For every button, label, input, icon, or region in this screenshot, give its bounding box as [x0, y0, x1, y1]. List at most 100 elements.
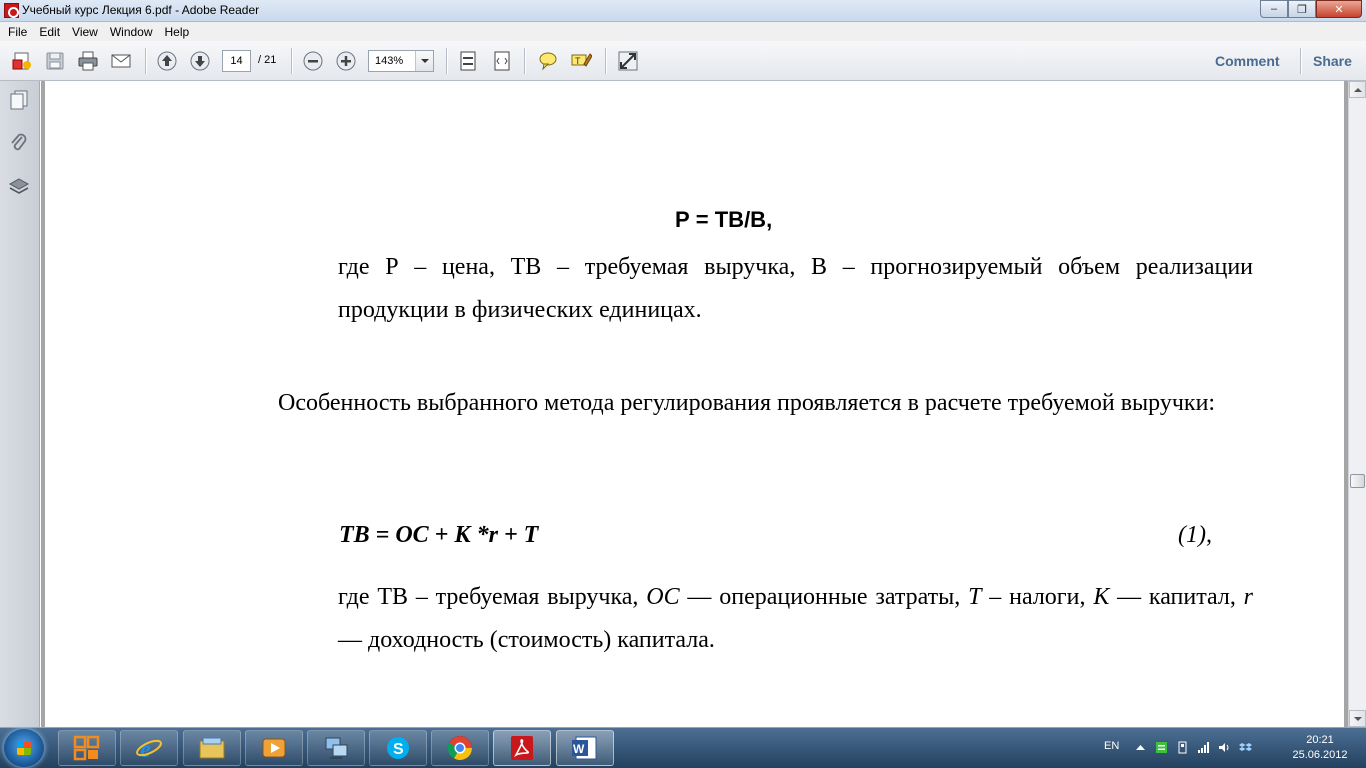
word-icon: W — [572, 736, 597, 760]
chevron-up-icon — [1136, 745, 1145, 750]
taskbar-libraries[interactable] — [183, 730, 241, 766]
taskbar-word[interactable]: W — [556, 730, 614, 766]
full-screen-button[interactable] — [616, 49, 640, 73]
page-thumbnails-button[interactable] — [7, 88, 31, 112]
skype-icon: S — [387, 737, 409, 759]
scroll-down-button[interactable] — [1349, 710, 1366, 727]
zoom-dropdown-button[interactable] — [415, 51, 433, 71]
menu-help[interactable]: Help — [159, 25, 196, 39]
paperclip-icon — [11, 133, 27, 151]
tray-green-icon — [1156, 742, 1167, 753]
revenue-formula-explanation: где ТВ – требуемая выручка, ОС — операци… — [338, 584, 1253, 653]
price-formula: Р = ТВ/В, — [675, 207, 773, 232]
clock-time: 20:21 — [1306, 734, 1334, 746]
method-paragraph: Особенность выбранного метода регулирова… — [278, 390, 1216, 416]
zoom-in-button[interactable] — [334, 49, 358, 73]
volume-button[interactable] — [1218, 741, 1231, 754]
system-tray — [1134, 741, 1252, 754]
arrow-down-icon — [190, 51, 210, 71]
fit-page-button[interactable] — [456, 49, 480, 73]
clock[interactable]: 20:21 25.06.2012 — [1285, 733, 1355, 763]
print-button[interactable] — [76, 49, 100, 73]
taskbar-media-player[interactable] — [245, 730, 303, 766]
comment-bubble-icon — [539, 52, 557, 71]
svg-text:S: S — [393, 741, 404, 758]
speaker-icon — [1219, 743, 1229, 752]
minus-icon — [303, 51, 323, 71]
previous-page-button[interactable] — [155, 49, 179, 73]
menu-view[interactable]: View — [66, 25, 104, 39]
svg-text:T: T — [575, 56, 581, 66]
create-pdf-icon — [12, 52, 31, 70]
svg-text:W: W — [573, 742, 585, 756]
window-title: Учебный курс Лекция 6.pdf - Adobe Reader — [22, 3, 260, 17]
vertical-scrollbar[interactable] — [1348, 81, 1366, 727]
taskbar-chrome[interactable] — [431, 730, 489, 766]
layers-button[interactable] — [7, 175, 31, 199]
pages-icon — [10, 90, 28, 110]
document-view[interactable]: Р = ТВ/В, где Р – цена, ТВ – требуемая в… — [41, 81, 1348, 727]
zoom-select[interactable]: 143% — [368, 50, 434, 72]
attachments-button[interactable] — [7, 131, 31, 155]
comment-pane-button[interactable]: Comment — [1215, 53, 1280, 69]
create-pdf-button[interactable] — [10, 49, 34, 73]
adobe-reader-icon — [511, 736, 533, 760]
scrollbar-thumb[interactable] — [1350, 474, 1365, 488]
media-player-icon — [262, 738, 286, 758]
file-explorer-icon — [73, 735, 100, 761]
fit-width-icon — [494, 51, 510, 71]
minimize-button[interactable]: – — [1260, 0, 1288, 18]
pdf-page: Р = ТВ/В, где Р – цена, ТВ – требуемая в… — [45, 81, 1344, 727]
start-button[interactable] — [4, 729, 44, 767]
save-icon — [46, 52, 64, 70]
scroll-down-icon — [1353, 716, 1362, 721]
menu-edit[interactable]: Edit — [33, 25, 66, 39]
arrow-up-icon — [157, 51, 177, 71]
language-indicator[interactable]: EN — [1104, 740, 1119, 752]
highlight-text-button[interactable]: T — [569, 49, 593, 73]
navigation-pane — [0, 81, 40, 727]
toolbar: 14 / 21 143% T Comment Share — [0, 41, 1366, 81]
maximize-button[interactable]: ❐ — [1288, 0, 1316, 18]
sticky-note-button[interactable] — [536, 49, 560, 73]
menu-file[interactable]: File — [2, 25, 33, 39]
signal-bars-icon — [1198, 742, 1209, 753]
network-status-button[interactable] — [1197, 741, 1210, 754]
taskbar-skype[interactable]: S — [369, 730, 427, 766]
taskbar-internet-explorer[interactable]: e — [120, 730, 178, 766]
menu-bar: File Edit View Window Help — [0, 22, 1366, 41]
adobe-reader-icon — [4, 3, 19, 18]
highlighter-icon: T — [571, 53, 592, 67]
taskbar-adobe-reader[interactable] — [493, 730, 551, 766]
layers-icon — [8, 178, 30, 194]
save-button[interactable] — [43, 49, 67, 73]
close-button[interactable]: ✕ — [1316, 0, 1362, 18]
page-number-input[interactable]: 14 — [222, 50, 251, 72]
window-controls: – ❐ ✕ — [1260, 0, 1362, 18]
zoom-value: 143% — [375, 55, 404, 67]
title-bar: Учебный курс Лекция 6.pdf - Adobe Reader… — [0, 0, 1366, 22]
taskbar-file-explorer[interactable] — [58, 730, 116, 766]
plus-icon — [336, 51, 356, 71]
internet-explorer-icon: e — [136, 737, 162, 763]
dropbox-button[interactable] — [1239, 741, 1252, 754]
dropbox-icon — [1239, 743, 1252, 751]
show-hidden-icons-button[interactable] — [1134, 741, 1147, 754]
svg-text:e: e — [140, 737, 151, 763]
envelope-icon — [111, 54, 131, 68]
device-button[interactable] — [1176, 741, 1189, 754]
next-page-button[interactable] — [188, 49, 212, 73]
taskbar-network[interactable] — [307, 730, 365, 766]
page-total: / 21 — [258, 54, 277, 66]
scroll-up-button[interactable] — [1349, 81, 1366, 98]
share-pane-button[interactable]: Share — [1313, 53, 1352, 69]
taskbar: e S W EN 20:21 25.06.2012 — [0, 727, 1366, 768]
chevron-down-icon — [420, 59, 429, 63]
email-button[interactable] — [109, 49, 133, 73]
fit-width-button[interactable] — [490, 49, 514, 73]
libraries-icon — [199, 737, 225, 759]
menu-window[interactable]: Window — [104, 25, 159, 39]
network-icon — [325, 737, 348, 759]
zoom-out-button[interactable] — [301, 49, 325, 73]
tray-app-button[interactable] — [1155, 741, 1168, 754]
